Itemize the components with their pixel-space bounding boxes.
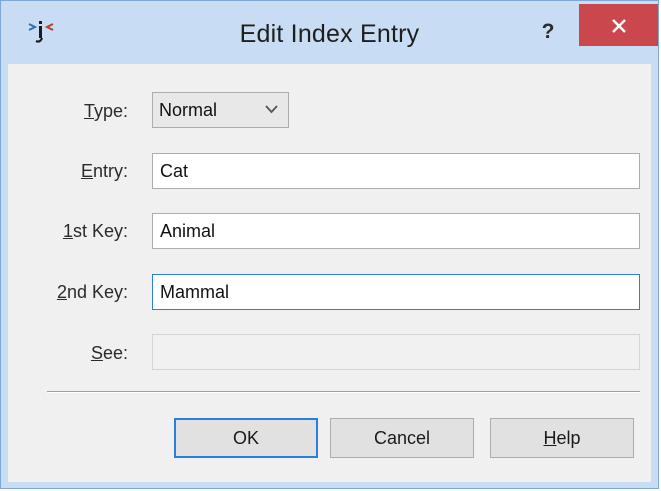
first-key-label: 1st Key: [62, 221, 128, 241]
ok-button[interactable]: OK [174, 418, 318, 458]
help-button[interactable]: Help [490, 418, 634, 458]
second-key-label: 2nd Key: [56, 282, 128, 302]
title-bar[interactable]: Edit Index Entry ? [1, 1, 658, 64]
close-icon [612, 19, 626, 33]
dialog-window: Edit Index Entry ? Type: Normal Entry: C… [0, 0, 659, 489]
see-field [152, 334, 640, 370]
type-label: Type: [83, 101, 128, 121]
entry-field[interactable]: Cat [152, 153, 640, 189]
context-help-button[interactable]: ? [529, 17, 567, 47]
separator-highlight [47, 392, 640, 393]
type-select-value: Normal [159, 100, 218, 120]
second-key-field[interactable]: Mammal [152, 274, 640, 310]
entry-label: Entry: [80, 161, 128, 181]
type-select[interactable]: Normal [152, 92, 289, 128]
cancel-button[interactable]: Cancel [330, 418, 474, 458]
first-key-field[interactable]: Animal [152, 213, 640, 249]
chevron-down-icon [265, 105, 278, 114]
dialog-body: Type: Normal Entry: Cat 1st Key: Animal … [8, 64, 651, 482]
close-button[interactable] [579, 4, 658, 46]
see-label: See: [90, 343, 128, 363]
